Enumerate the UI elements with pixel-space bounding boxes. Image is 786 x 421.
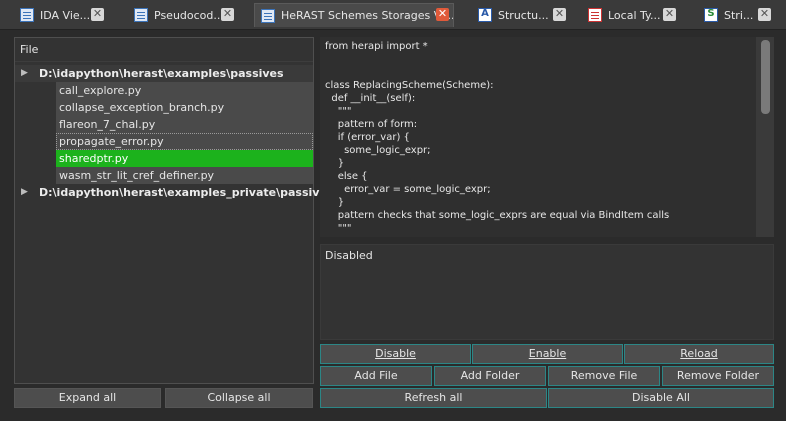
tab-strings[interactable]: S Stri... (698, 3, 758, 27)
code-line: pattern checks that some_logic_exprs are… (325, 210, 670, 221)
structures-icon: A (478, 8, 492, 22)
expand-all-button[interactable]: Expand all (14, 388, 161, 408)
tab-label: Stri... (724, 8, 754, 22)
code-line: def __init__(self): (325, 93, 416, 104)
scheme-status-panel: Disabled (320, 244, 774, 340)
tab-structures[interactable]: A Structu... (472, 3, 548, 27)
folder-path: D:\idapython\herast\examples_private\pas… (39, 186, 334, 199)
chevron-right-icon[interactable]: ▶ (21, 184, 28, 201)
tree-file-item[interactable]: flareon_7_chal.py (56, 116, 313, 133)
code-line: else { (325, 171, 368, 182)
collapse-all-button[interactable]: Collapse all (165, 388, 313, 408)
add-folder-button[interactable]: Add Folder (434, 366, 546, 386)
reload-button[interactable]: Reload (624, 344, 774, 364)
enable-label: Enable (528, 347, 567, 360)
close-icon[interactable]: ✕ (221, 8, 234, 21)
tree-file-item[interactable]: wasm_str_lit_cref_definer.py (56, 167, 313, 184)
remove-folder-button[interactable]: Remove Folder (662, 366, 774, 386)
disable-label: Disable (375, 347, 416, 360)
tree-file-item[interactable]: collapse_exception_branch.py (56, 99, 313, 116)
close-icon[interactable]: ✕ (663, 8, 676, 21)
code-line: """ (325, 223, 352, 234)
code-line: } (325, 197, 345, 208)
document-icon (134, 8, 148, 22)
tree-file-item-selected[interactable]: sharedptr.py (56, 150, 313, 167)
folder-path: D:\idapython\herast\examples\passives (39, 67, 284, 80)
tab-local-types[interactable]: Local Ty... (582, 3, 662, 27)
tab-label: HeRAST Schemes Storages Vi... (281, 9, 453, 22)
tab-label: Local Ty... (608, 8, 661, 22)
local-types-icon (588, 8, 602, 22)
close-icon[interactable]: ✕ (436, 8, 449, 21)
code-line: if (error_var) { (325, 132, 410, 143)
tree-folder-passives[interactable]: ▶ D:\idapython\herast\examples\passives (15, 65, 313, 82)
tree-file-item[interactable]: call_explore.py (56, 82, 313, 99)
code-line: some_logic_expr; (325, 145, 431, 156)
tree-folder-private-passives[interactable]: ▶ D:\idapython\herast\examples_private\p… (15, 184, 333, 201)
disable-button[interactable]: Disable (320, 344, 471, 364)
tab-bar: IDA Vie... ✕ Pseudocod... ✕ HeRAST Schem… (0, 0, 786, 30)
code-line: class ReplacingScheme(Scheme): (325, 80, 494, 91)
tab-herast-schemes[interactable]: HeRAST Schemes Storages Vi... (254, 3, 454, 27)
status-text: Disabled (325, 249, 373, 262)
code-line: """ (325, 106, 352, 117)
code-line: } (325, 158, 345, 169)
remove-file-button[interactable]: Remove File (548, 366, 660, 386)
disable-all-button[interactable]: Disable All (548, 388, 774, 408)
tree-file-item[interactable]: propagate_error.py (56, 133, 313, 150)
add-file-button[interactable]: Add File (320, 366, 432, 386)
tree-column-header: File (15, 38, 313, 62)
code-line: pattern of form: (325, 119, 418, 130)
close-icon[interactable]: ✕ (553, 8, 566, 21)
tab-label: Structu... (498, 8, 548, 22)
tab-label: IDA Vie... (40, 8, 91, 22)
code-line: from herapi import * (325, 41, 428, 52)
strings-icon: S (704, 8, 718, 22)
document-icon (261, 8, 275, 23)
enable-button[interactable]: Enable (472, 344, 623, 364)
code-line: error_var = some_logic_expr; (325, 184, 491, 195)
close-icon[interactable]: ✕ (91, 8, 104, 21)
scrollbar-thumb[interactable] (761, 40, 770, 114)
scheme-source-view[interactable]: from herapi import * class ReplacingSche… (320, 37, 756, 237)
tab-label: Pseudocod... (154, 8, 224, 22)
refresh-all-button[interactable]: Refresh all (320, 388, 547, 408)
chevron-right-icon[interactable]: ▶ (21, 65, 28, 82)
close-icon[interactable]: ✕ (758, 8, 771, 21)
code-scrollbar[interactable] (756, 37, 774, 237)
tab-pseudocode[interactable]: Pseudocod... (128, 3, 236, 27)
scheme-file-tree: File ▶ D:\idapython\herast\examples\pass… (14, 37, 333, 384)
document-icon (20, 8, 34, 22)
reload-label: Reload (680, 347, 718, 360)
